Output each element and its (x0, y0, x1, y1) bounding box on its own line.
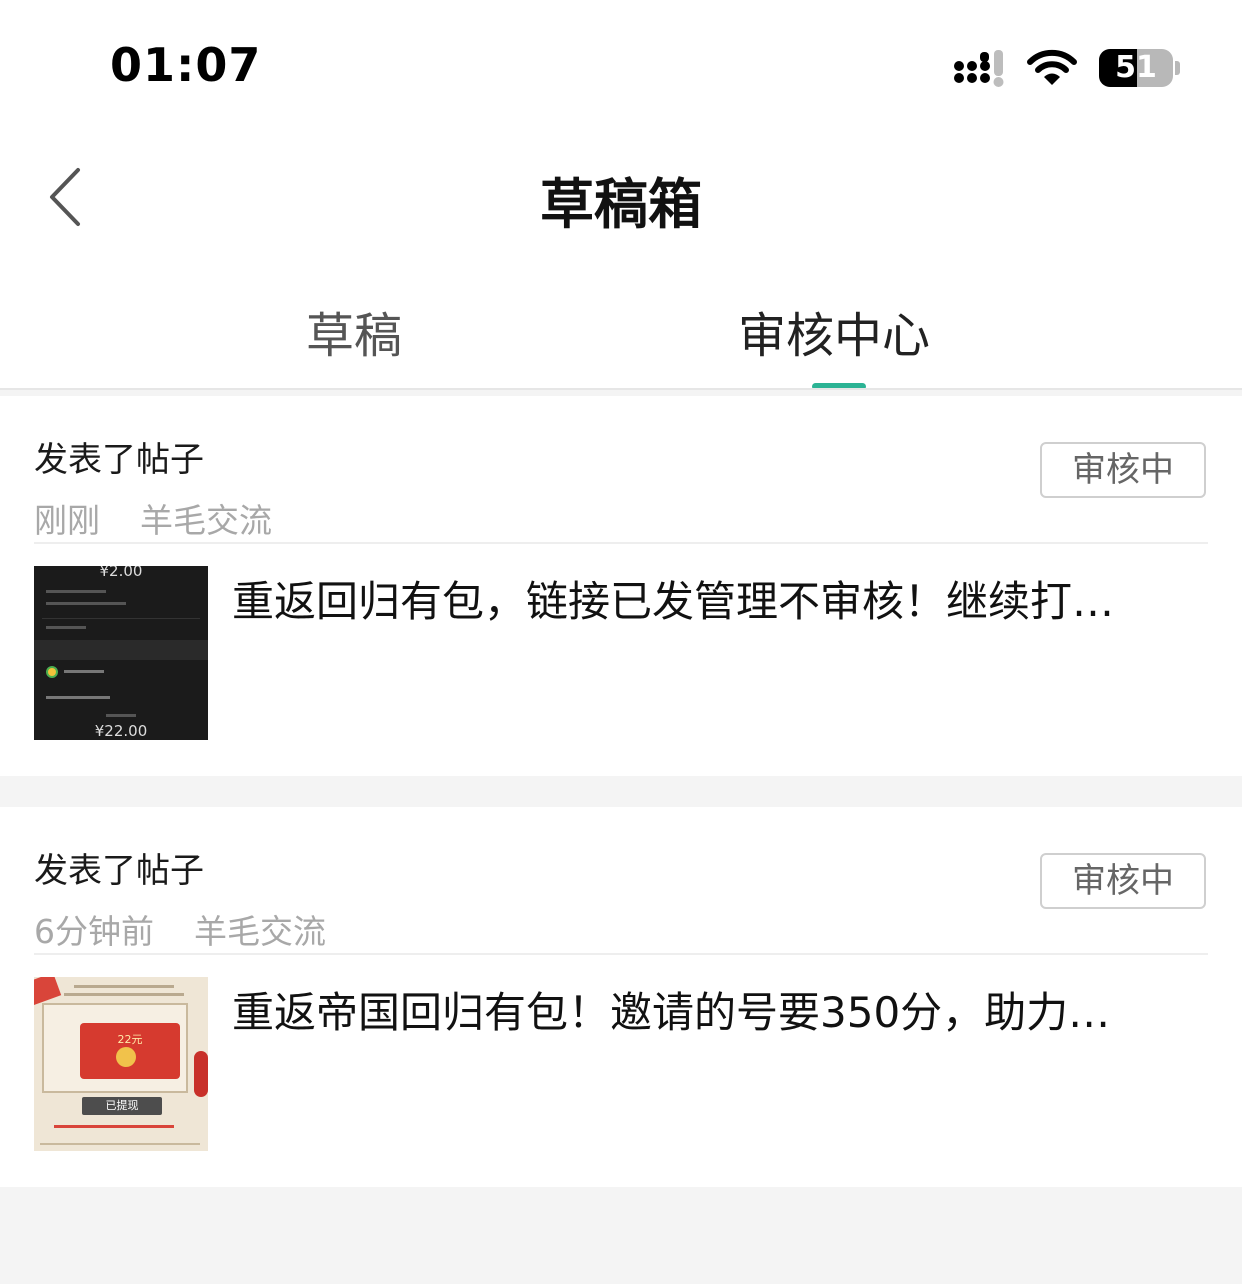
tab-drafts[interactable]: 草稿 (306, 296, 402, 366)
post-card[interactable]: 发表了帖子 6分钟前 羊毛交流 审核中 22元 已提现 重返帝国回归有包！邀请的… (0, 807, 1242, 1187)
status-time: 01:07 (110, 38, 262, 92)
battery-icon: 51 (1099, 49, 1173, 87)
battery-cap (1175, 61, 1180, 75)
cellular-signal-icon (954, 50, 1004, 87)
post-thumbnail[interactable]: ¥2.00 ¥22.00 (34, 566, 208, 740)
card-divider (34, 542, 1208, 544)
top-area: 01:07 51 草稿箱 草稿 审核中心 (0, 0, 1242, 390)
thumb-button: 已提现 (82, 1097, 162, 1115)
card-divider (34, 953, 1208, 955)
post-action: 发表了帖子 (34, 440, 204, 480)
post-meta: 刚刚 羊毛交流 (34, 494, 272, 542)
tab-review-center[interactable]: 审核中心 (738, 296, 930, 366)
post-time: 6分钟前 (34, 912, 154, 951)
post-title[interactable]: 重返帝国回归有包！邀请的号要350分，助力… (232, 979, 1204, 1040)
post-thumbnail[interactable]: 22元 已提现 (34, 977, 208, 1151)
thumb-amount-top: ¥2.00 (99, 566, 143, 580)
wifi-icon (1027, 49, 1077, 85)
post-card[interactable]: 发表了帖子 刚刚 羊毛交流 审核中 ¥2.00 ¥22.00 重返回归有包，链接… (0, 396, 1242, 776)
review-status-badge[interactable]: 审核中 (1040, 442, 1206, 498)
post-category[interactable]: 羊毛交流 (140, 494, 272, 542)
page-title: 草稿箱 (540, 173, 702, 236)
tab-divider (0, 388, 1242, 390)
post-category[interactable]: 羊毛交流 (194, 905, 326, 953)
battery-percent: 51 (1115, 50, 1157, 85)
post-action: 发表了帖子 (34, 851, 204, 891)
thumb-amount-bottom: ¥22.00 (94, 722, 148, 740)
post-meta: 6分钟前 羊毛交流 (34, 905, 326, 953)
thumb-amount: 22元 (117, 1033, 143, 1046)
status-icons: 51 (953, 46, 1180, 90)
review-status-badge[interactable]: 审核中 (1040, 853, 1206, 909)
post-time: 刚刚 (34, 501, 100, 540)
post-title[interactable]: 重返回归有包，链接已发管理不审核！继续打… (232, 568, 1204, 629)
